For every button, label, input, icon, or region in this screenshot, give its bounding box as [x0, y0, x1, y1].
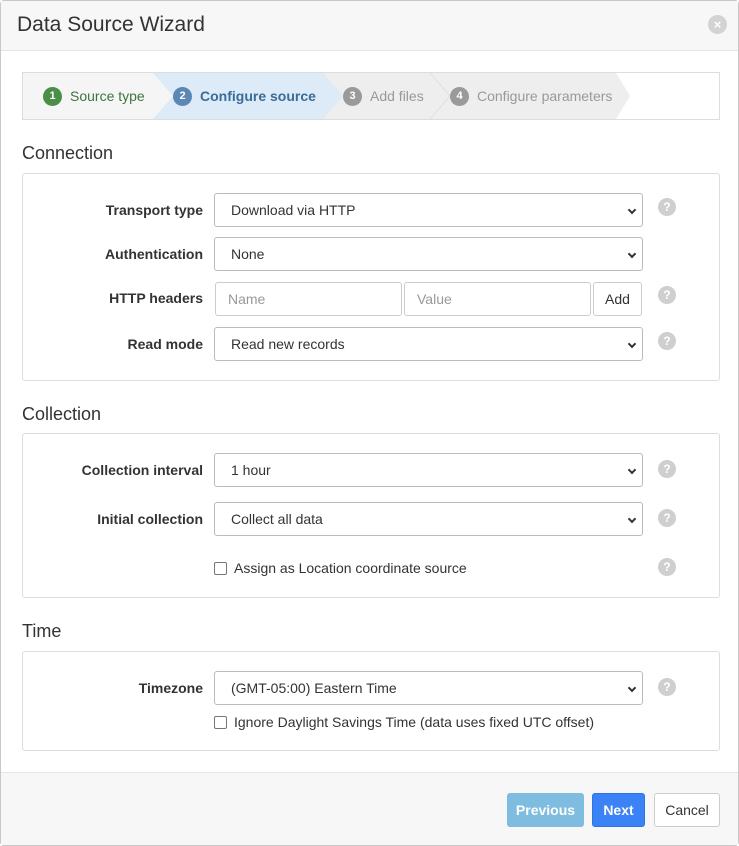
cancel-button[interactable]: Cancel — [654, 793, 720, 827]
select-value: Read new records — [231, 336, 345, 352]
step-label: Configure parameters — [477, 88, 613, 104]
dialog-title: Data Source Wizard — [17, 13, 205, 36]
header-value-input[interactable]: Value — [404, 282, 591, 316]
authentication-label: Authentication — [105, 246, 203, 262]
step-arrow-icon — [153, 73, 173, 119]
location-source-checkbox-label[interactable]: Assign as Location coordinate source — [234, 560, 467, 576]
step-number-badge: 2 — [173, 86, 192, 106]
timezone-select[interactable]: (GMT-05:00) Eastern Time — [214, 671, 643, 705]
add-header-button[interactable]: Add — [593, 282, 642, 316]
select-value: Collect all data — [231, 511, 323, 527]
help-icon[interactable]: ? — [658, 460, 676, 478]
initial-collection-select[interactable]: Collect all data — [214, 502, 643, 536]
help-icon[interactable]: ? — [658, 558, 676, 576]
connection-section-title: Connection — [22, 143, 114, 163]
help-icon[interactable]: ? — [658, 198, 676, 216]
chevron-down-icon — [627, 205, 637, 215]
chevron-down-icon — [627, 465, 637, 475]
help-icon[interactable]: ? — [658, 286, 676, 304]
select-value: Download via HTTP — [231, 202, 356, 218]
wizard-step-configure-parameters[interactable]: 4 Configure parameters — [430, 73, 616, 119]
previous-button[interactable]: Previous — [507, 793, 584, 827]
chevron-down-icon — [627, 249, 637, 259]
read-mode-select[interactable]: Read new records — [214, 327, 643, 361]
transport-type-label: Transport type — [105, 202, 203, 218]
step-number-badge: 1 — [43, 86, 62, 106]
help-icon[interactable]: ? — [658, 678, 676, 696]
authentication-select[interactable]: None — [214, 237, 643, 271]
timezone-label: Timezone — [138, 680, 203, 696]
step-number-badge: 3 — [343, 86, 362, 106]
http-headers-label: HTTP headers — [109, 290, 203, 306]
step-arrow-icon — [616, 73, 630, 119]
help-icon[interactable]: ? — [658, 509, 676, 527]
ignore-dst-checkbox-label[interactable]: Ignore Daylight Savings Time (data uses … — [234, 714, 594, 730]
help-icon[interactable]: ? — [658, 332, 676, 350]
step-arrow-icon — [323, 73, 343, 119]
chevron-down-icon — [627, 339, 637, 349]
dialog-footer: Previous Next Cancel — [1, 772, 738, 845]
collection-interval-label: Collection interval — [81, 462, 203, 478]
connection-panel: Transport type Download via HTTP ? Authe… — [22, 173, 720, 381]
select-value: (GMT-05:00) Eastern Time — [231, 680, 397, 696]
step-number-badge: 4 — [450, 86, 469, 106]
dialog-header: Data Source Wizard × — [1, 1, 738, 51]
time-section-title: Time — [22, 621, 62, 641]
time-panel: Timezone (GMT-05:00) Eastern Time ? Igno… — [22, 651, 720, 751]
wizard-steps: 1 Source type 2 Configure source 3 Add f… — [22, 72, 720, 120]
header-name-input[interactable]: Name — [215, 282, 402, 316]
collection-section-title: Collection — [22, 404, 102, 424]
wizard-step-source-type[interactable]: 1 Source type — [23, 73, 153, 119]
collection-panel: Collection interval 1 hour ? Initial col… — [22, 433, 720, 598]
initial-collection-label: Initial collection — [97, 511, 203, 527]
select-value: 1 hour — [231, 462, 271, 478]
transport-type-select[interactable]: Download via HTTP — [214, 193, 643, 227]
read-mode-label: Read mode — [127, 336, 203, 352]
select-value: None — [231, 246, 265, 262]
chevron-down-icon — [627, 683, 637, 693]
chevron-down-icon — [627, 514, 637, 524]
step-arrow-icon — [430, 73, 450, 119]
next-button[interactable]: Next — [592, 793, 645, 827]
collection-interval-select[interactable]: 1 hour — [214, 453, 643, 487]
location-source-checkbox[interactable] — [214, 562, 227, 575]
step-label: Source type — [70, 88, 145, 104]
data-source-wizard-dialog: Data Source Wizard × 1 Source type 2 Con… — [0, 0, 739, 846]
ignore-dst-checkbox[interactable] — [214, 716, 227, 729]
wizard-step-configure-source[interactable]: 2 Configure source — [153, 73, 323, 119]
step-label: Configure source — [200, 88, 316, 104]
close-icon[interactable]: × — [708, 15, 727, 34]
step-label: Add files — [370, 88, 424, 104]
